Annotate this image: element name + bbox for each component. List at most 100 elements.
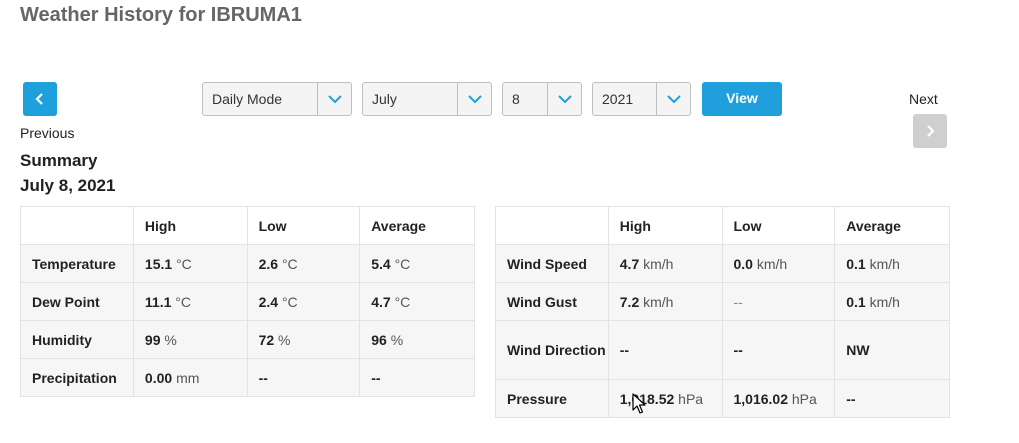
high-cell: 15.1 °C [132, 244, 248, 283]
table-row: Precipitation 0.00 mm -- -- [20, 358, 475, 397]
value: -- [258, 369, 268, 386]
value: 0.0 [733, 255, 753, 272]
value: 4.7 [371, 293, 391, 310]
unit: km/h [869, 255, 900, 272]
row-label: Humidity [20, 320, 134, 359]
average-cell: 4.7 °C [359, 282, 475, 321]
view-button[interactable]: View [702, 82, 782, 116]
year-select[interactable]: 2021 [592, 82, 691, 116]
unit: % [278, 331, 291, 348]
day-select-value: 8 [512, 91, 520, 107]
value: 0.1 [846, 293, 866, 310]
average-cell: 0.1 km/h [834, 244, 950, 283]
next-button[interactable] [913, 114, 947, 148]
unit: km/h [643, 255, 674, 272]
column-header [20, 206, 134, 245]
high-cell: -- [607, 320, 723, 380]
chevron-down-icon [327, 94, 342, 103]
year-select-value: 2021 [602, 91, 634, 107]
month-select[interactable]: July [362, 82, 492, 116]
low-cell: 2.6 °C [246, 244, 361, 283]
value: -- [733, 341, 743, 358]
month-dropdown-arrow[interactable] [457, 83, 491, 115]
value: 72 [258, 331, 275, 348]
mode-select-value: Daily Mode [212, 91, 283, 107]
unit: % [164, 331, 177, 348]
chevron-down-icon [666, 94, 681, 103]
low-cell: -- [246, 358, 361, 397]
value: -- [846, 390, 856, 407]
value: 1,016.02 [733, 390, 789, 407]
chevron-left-icon [35, 93, 43, 105]
high-cell: 99 % [132, 320, 248, 359]
previous-button[interactable] [23, 82, 57, 116]
table-row: Wind Direction -- -- NW [495, 320, 950, 380]
table-row: Temperature 15.1 °C 2.6 °C 5.4 °C [20, 244, 475, 283]
unit: hPa [791, 390, 817, 407]
unit: °C [176, 255, 192, 272]
unit: % [390, 331, 404, 348]
low-cell: 2.4 °C [246, 282, 361, 321]
value: -- [371, 369, 381, 386]
average-cell: -- [359, 358, 475, 397]
unit: °C [394, 255, 411, 272]
day-select[interactable]: 8 [502, 82, 582, 116]
mode-select[interactable]: Daily Mode [202, 82, 352, 116]
average-cell: -- [834, 379, 950, 418]
column-header: High [607, 206, 723, 245]
value: 11.1 [144, 293, 172, 310]
value: 2.6 [258, 255, 279, 272]
chevron-down-icon [557, 94, 572, 103]
high-cell: 11.1 °C [132, 282, 248, 321]
value: 0.00 [144, 369, 173, 386]
column-header: Low [246, 206, 361, 245]
value: 99 [144, 331, 161, 348]
table-header-row: High Low Average [20, 206, 475, 245]
row-label: Precipitation [20, 358, 134, 397]
unit: hPa [678, 390, 704, 407]
unit: °C [281, 293, 298, 310]
year-dropdown-arrow[interactable] [656, 83, 690, 115]
chevron-down-icon [467, 94, 482, 103]
row-label: Wind Gust [495, 282, 609, 321]
value: -- [619, 341, 630, 358]
value: NW [846, 341, 870, 358]
average-cell: 5.4 °C [359, 244, 475, 283]
summary-date: July 8, 2021 [20, 176, 116, 195]
previous-label[interactable]: Previous [20, 125, 74, 141]
page-title: Weather History for IBRUMA1 [20, 4, 302, 26]
row-label: Pressure [495, 379, 609, 418]
month-select-value: July [372, 91, 397, 107]
average-cell: 0.1 km/h [834, 282, 950, 321]
value: 7.2 [619, 293, 640, 310]
column-header [495, 206, 609, 245]
wind-pressure-summary-table: High Low Average Wind Speed 4.7 km/h 0.0… [495, 206, 950, 418]
day-dropdown-arrow[interactable] [547, 83, 581, 115]
high-cell: 4.7 km/h [607, 244, 723, 283]
high-cell: 0.00 mm [132, 358, 248, 397]
column-header: Average [359, 206, 475, 245]
row-label: Temperature [20, 244, 134, 283]
row-label: Dew Point [20, 282, 134, 321]
average-cell: NW [834, 320, 950, 380]
low-cell: -- [721, 282, 836, 321]
chevron-right-icon [927, 125, 935, 137]
temperature-summary-table: High Low Average Temperature 15.1 °C 2.6… [20, 206, 475, 397]
unit: °C [394, 293, 411, 310]
value: 1,018.52 [619, 390, 675, 407]
value: 4.7 [619, 255, 640, 272]
next-label[interactable]: Next [909, 91, 938, 107]
low-cell: -- [721, 320, 836, 380]
table-row: Dew Point 11.1 °C 2.4 °C 4.7 °C [20, 282, 475, 321]
mode-dropdown-arrow[interactable] [317, 83, 351, 115]
low-cell: 0.0 km/h [721, 244, 836, 283]
low-cell: 72 % [246, 320, 361, 359]
row-label: Wind Direction [495, 320, 609, 380]
high-cell: 7.2 km/h [607, 282, 723, 321]
mouse-cursor-icon [632, 393, 646, 414]
value: -- [733, 293, 743, 310]
low-cell: 1,016.02 hPa [721, 379, 836, 418]
column-header: Low [721, 206, 836, 245]
table-header-row: High Low Average [495, 206, 950, 245]
value: 2.4 [258, 293, 279, 310]
